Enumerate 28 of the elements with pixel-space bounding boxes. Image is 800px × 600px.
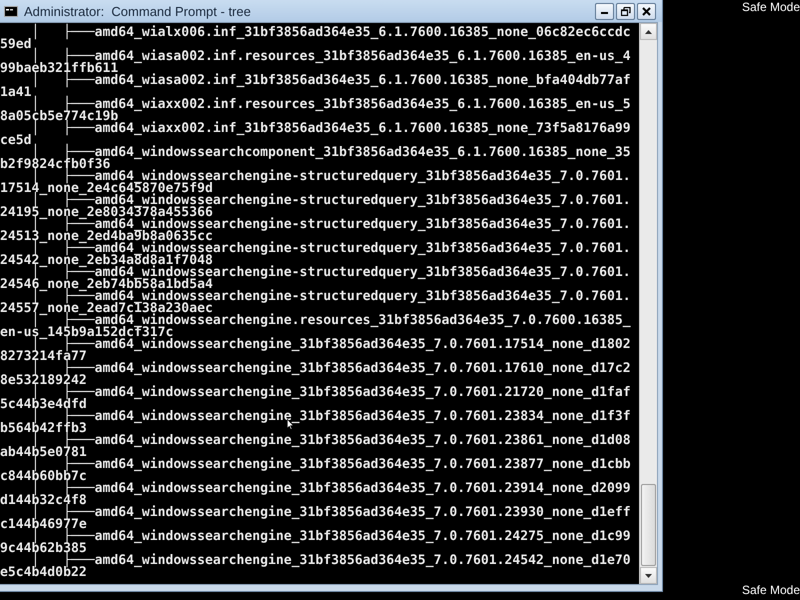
console-line: ab44b5e0781 [0, 447, 87, 459]
down-arrow-icon [645, 574, 652, 578]
console-line: e5c4b4d0b22 [0, 567, 87, 579]
console-line: b564b42ffb3 [0, 423, 87, 435]
restore-icon [620, 6, 630, 16]
console-line: ce5d [0, 135, 32, 147]
scroll-up-button[interactable] [640, 23, 657, 40]
restore-button[interactable] [616, 2, 635, 20]
console-line: c144b46977e [0, 519, 87, 531]
minimize-button[interactable] [595, 2, 614, 20]
console-line: 59ed [0, 39, 32, 51]
console-line: d144b32c4f8 [0, 495, 87, 507]
safe-mode-label: Safe Mode [742, 0, 800, 14]
console-line: 8e532189242 [0, 375, 87, 387]
console-icon [4, 6, 18, 16]
up-arrow-icon [645, 30, 652, 34]
scroll-thumb[interactable] [641, 484, 656, 566]
console-line: 5c44b3e4dfd [0, 399, 87, 411]
window-title: Administrator: Command Prompt - tree [24, 4, 252, 18]
console-line: 9c44b62b385 [0, 543, 87, 555]
scroll-down-button[interactable] [640, 567, 657, 584]
console-line: 1a41 [0, 87, 32, 99]
close-button[interactable] [637, 2, 656, 20]
close-icon [642, 6, 651, 16]
safe-mode-label: Safe Mode [742, 583, 800, 597]
console-line: 8273214fa77 [0, 351, 87, 363]
console-line: c844b60bb7c [0, 471, 87, 483]
console-line: b2f9824cfb0f36 [0, 159, 110, 171]
